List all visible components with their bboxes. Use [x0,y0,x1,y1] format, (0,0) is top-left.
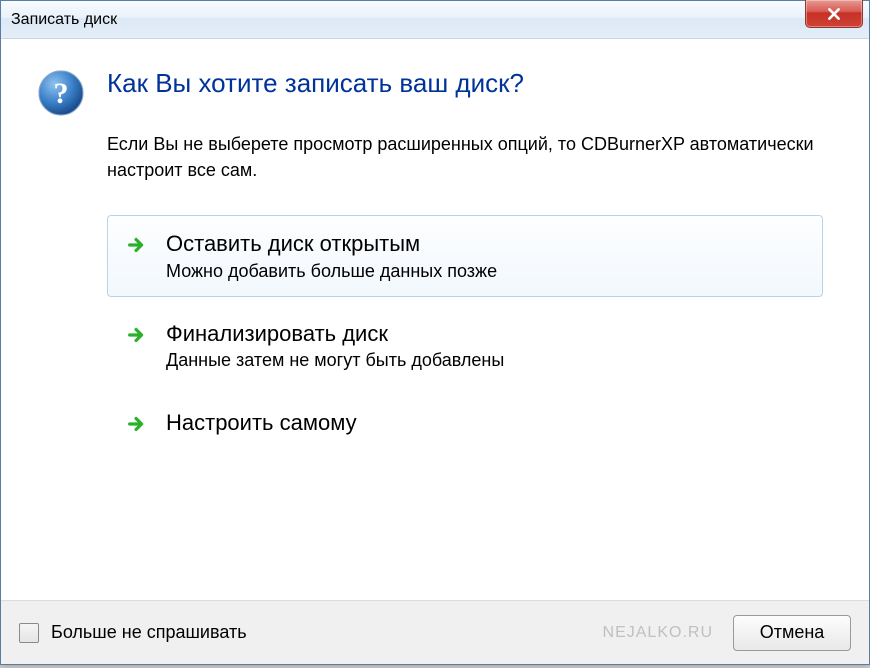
window-title: Записать диск [11,11,117,29]
dont-ask-label: Больше не спрашивать [51,622,247,643]
option-leave-open[interactable]: Оставить диск открытым Можно добавить бо… [107,215,823,297]
titlebar: Записать диск [1,1,869,39]
option-text: Оставить диск открытым Можно добавить бо… [166,230,804,282]
dialog-footer: Больше не спрашивать NEJALKO.RU Отмена [1,600,869,664]
close-button[interactable] [805,0,863,28]
arrow-right-icon [126,324,148,346]
svg-text:?: ? [54,77,69,110]
help-icon: ? [37,69,85,117]
option-desc: Можно добавить больше данных позже [166,261,804,282]
dialog-window: Записать диск ? Как Вы хотите [0,0,870,665]
dont-ask-checkbox[interactable] [19,623,39,643]
cancel-button[interactable]: Отмена [733,615,851,651]
option-title: Финализировать диск [166,320,804,349]
option-finalize[interactable]: Финализировать диск Данные затем не могу… [107,305,823,387]
option-title: Настроить самому [166,409,804,438]
watermark: NEJALKO.RU [603,624,713,642]
option-customize[interactable]: Настроить самому [107,394,823,453]
dialog-description: Если Вы не выберете просмотр расширенных… [107,131,833,183]
dont-ask-wrap: Больше не спрашивать [19,622,603,643]
content-area: ? Как Вы хотите записать ваш диск? Если … [1,39,869,600]
options-list: Оставить диск открытым Можно добавить бо… [107,215,823,453]
option-text: Настроить самому [166,409,804,438]
arrow-right-icon [126,234,148,256]
close-icon [826,7,842,21]
option-title: Оставить диск открытым [166,230,804,259]
header-row: ? Как Вы хотите записать ваш диск? [37,67,833,117]
dialog-heading: Как Вы хотите записать ваш диск? [107,67,524,101]
option-text: Финализировать диск Данные затем не могу… [166,320,804,372]
option-desc: Данные затем не могут быть добавлены [166,350,804,371]
arrow-right-icon [126,413,148,435]
